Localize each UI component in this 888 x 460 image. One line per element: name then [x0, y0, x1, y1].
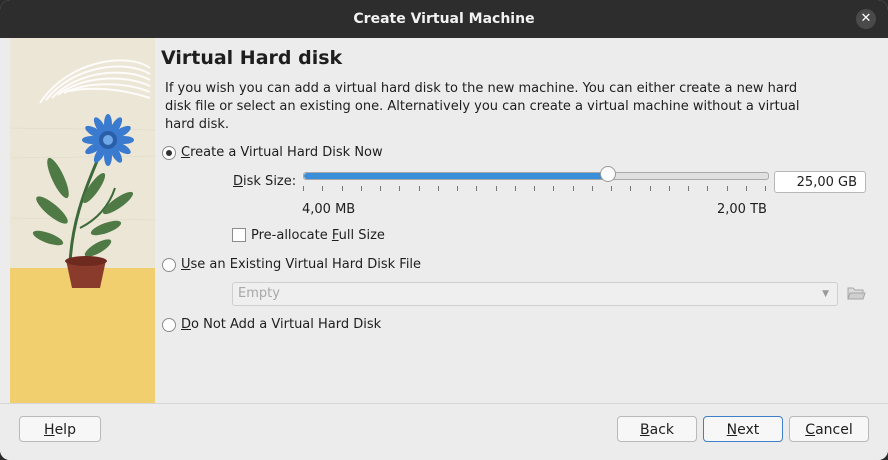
slider-tick — [437, 186, 439, 191]
preallocate-checkbox[interactable] — [232, 228, 246, 242]
do-not-add-disk-radio[interactable] — [162, 318, 176, 332]
slider-tick — [765, 186, 766, 191]
disk-size-max-label: 2,00 TB — [717, 202, 767, 217]
slider-tick — [668, 186, 670, 191]
slider-tick — [303, 186, 304, 191]
help-button[interactable]: Help — [19, 416, 101, 442]
next-button[interactable]: Next — [703, 416, 783, 442]
folder-open-icon[interactable] — [846, 284, 866, 302]
create-new-disk-radio[interactable] — [162, 146, 176, 160]
slider-tick — [630, 186, 632, 191]
disk-size-label: Disk Size: — [233, 174, 297, 189]
slider-tick — [707, 186, 709, 191]
slider-tick — [476, 186, 478, 191]
slider-tick — [380, 186, 381, 191]
page-title: Virtual Hard disk — [161, 47, 343, 69]
page-description: If you wish you can add a virtual hard d… — [165, 81, 800, 132]
disk-size-slider-fill — [304, 173, 608, 179]
cancel-button[interactable]: Cancel — [789, 416, 869, 442]
button-bar: Help Back Next Cancel — [0, 403, 888, 460]
chevron-down-icon: ▼ — [822, 289, 829, 299]
window-title: Create Virtual Machine — [353, 11, 535, 27]
title-bar: Create Virtual Machine ✕ — [0, 0, 888, 38]
do-not-add-disk-label[interactable]: Do Not Add a Virtual Hard Disk — [181, 317, 381, 332]
back-button[interactable]: Back — [617, 416, 697, 442]
slider-tick — [399, 186, 401, 191]
use-existing-disk-radio[interactable] — [162, 258, 176, 272]
disk-size-slider-track[interactable] — [303, 172, 769, 180]
slider-tick — [322, 186, 324, 191]
slider-tick — [572, 186, 574, 191]
slider-tick — [591, 186, 593, 191]
disk-size-min-label: 4,00 MB — [302, 202, 356, 217]
wizard-illustration — [10, 38, 155, 403]
slider-tick — [611, 186, 612, 191]
slider-tick — [649, 186, 651, 191]
slider-tick — [341, 186, 343, 191]
slider-tick — [745, 186, 747, 191]
slider-tick — [495, 186, 497, 191]
slider-tick — [726, 186, 728, 191]
preallocate-label[interactable]: Pre-allocate Full Size — [251, 228, 385, 243]
existing-disk-combobox[interactable]: Empty ▼ — [232, 282, 838, 306]
close-button[interactable]: ✕ — [856, 9, 876, 29]
plant-illustration-icon — [10, 38, 155, 403]
wizard-content: Virtual Hard disk If you wish you can ad… — [160, 38, 880, 403]
dialog-window: Create Virtual Machine ✕ Virtual Hard di… — [0, 0, 888, 460]
slider-tick — [457, 186, 458, 191]
slider-tick — [553, 186, 555, 191]
disk-size-input[interactable]: 25,00 GB — [774, 171, 866, 193]
slider-tick — [360, 186, 362, 191]
disk-size-slider-ticks — [303, 186, 767, 192]
slider-tick — [534, 186, 535, 191]
slider-tick — [688, 186, 689, 191]
create-new-disk-label[interactable]: Create a Virtual Hard Disk Now — [181, 145, 383, 160]
existing-disk-value: Empty — [238, 286, 280, 301]
slider-tick — [418, 186, 420, 191]
slider-tick — [514, 186, 516, 191]
use-existing-disk-label[interactable]: Use an Existing Virtual Hard Disk File — [181, 257, 421, 272]
close-icon: ✕ — [860, 11, 872, 26]
